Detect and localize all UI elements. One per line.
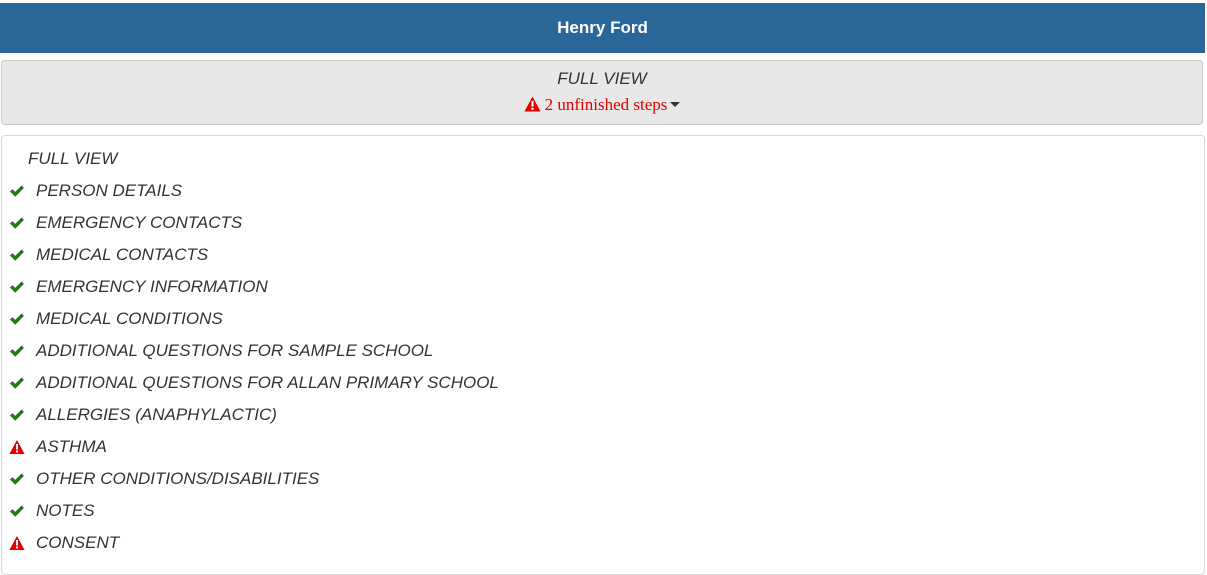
check-icon	[10, 377, 24, 389]
full-view-link[interactable]: FULL VIEW	[28, 149, 117, 169]
step-label: EMERGENCY CONTACTS	[36, 213, 243, 232]
check-icon	[10, 505, 24, 517]
warning-icon	[9, 536, 25, 550]
step-label: OTHER CONDITIONS/DISABILITIES	[36, 469, 320, 488]
check-icon	[10, 281, 24, 293]
warning-icon	[9, 440, 25, 454]
step-label: NOTES	[36, 501, 95, 520]
summary-panel: FULL VIEW 2 unfinished steps	[1, 60, 1203, 125]
warning-icon	[524, 96, 541, 112]
step-label: EMERGENCY INFORMATION	[36, 277, 268, 296]
check-icon	[10, 185, 24, 197]
step-label: MEDICAL CONDITIONS	[36, 309, 223, 328]
unfinished-steps-text: 2 unfinished steps	[544, 95, 668, 114]
step-label: CONSENT	[36, 533, 120, 552]
check-icon	[10, 249, 24, 261]
check-icon	[10, 473, 24, 485]
caret-down-icon	[670, 102, 681, 107]
person-name: Henry Ford	[557, 18, 648, 37]
unfinished-steps-dropdown[interactable]: 2 unfinished steps	[2, 95, 1202, 115]
summary-title: FULL VIEW	[557, 69, 647, 88]
check-icon	[10, 409, 24, 421]
steps-panel: FULL VIEW PERSON DETAILS EMERGENCY CONTAC…	[1, 135, 1205, 575]
step-label: ADDITIONAL QUESTIONS FOR SAMPLE SCHOOL	[36, 341, 434, 360]
check-icon	[10, 217, 24, 229]
step-label: ADDITIONAL QUESTIONS FOR ALLAN PRIMARY S…	[36, 373, 499, 392]
step-label: MEDICAL CONTACTS	[36, 245, 209, 264]
check-icon	[10, 313, 24, 325]
app-header: Henry Ford	[0, 3, 1205, 53]
step-label: PERSON DETAILS	[36, 181, 183, 200]
step-label: ALLERGIES (ANAPHYLACTIC)	[36, 405, 277, 424]
step-label: ASTHMA	[36, 437, 107, 456]
check-icon	[10, 345, 24, 357]
